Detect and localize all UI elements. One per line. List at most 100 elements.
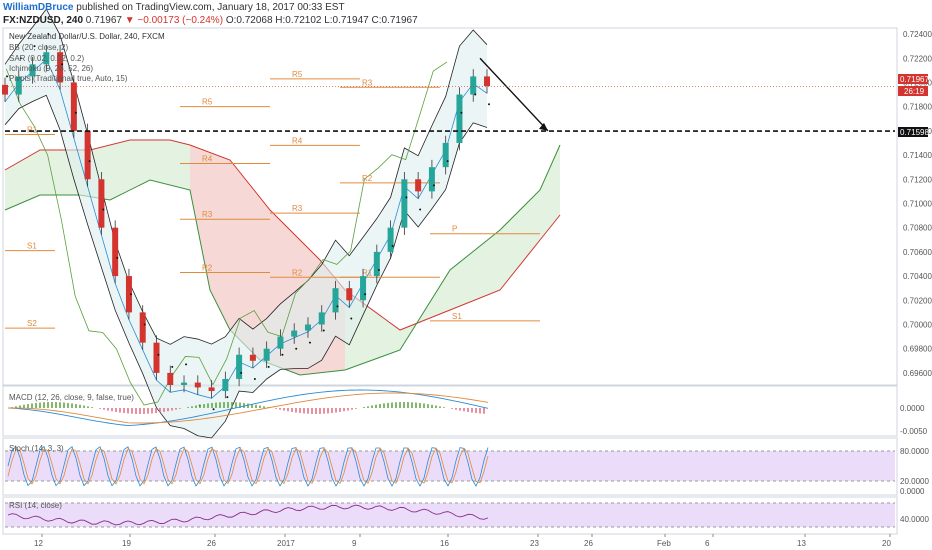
candle-body [208,387,215,392]
pivot-level-label: R5 [202,98,213,107]
sar-dot [157,353,160,356]
candle-body [484,76,490,87]
sar-dot [185,363,188,366]
sar-dot [74,111,77,114]
ohlc-values: O:0.72068 H:0.72102 L:0.71947 C:0.71967 [225,15,418,26]
pivot-level-label: S1 [27,242,37,251]
rsi-tick-label: 40.0000 [900,515,929,524]
pivot-level-label: R4 [292,136,303,145]
sar-dot [364,293,367,296]
pivot-level-label: R1 [362,268,373,277]
candle-body [456,94,463,143]
sar-dot [308,341,311,344]
ohlc-line: FX:NZDUSD, 240 0.71967 ▼ −0.00173 (−0.24… [3,15,418,26]
symbol-label[interactable]: FX:NZDUSD, 240 [3,15,83,26]
bb-legend[interactable]: BB (20, close, 2) [9,43,68,52]
macd-legend[interactable]: MACD (12, 26, close, 9, false, true) [9,393,134,402]
y-tick-label: 0.70400 [903,272,932,281]
chart-canvas[interactable]: R1 S1 S2 R5 R4 R3 R2 R5 R4 R3 R2 R3 R2 R1 P S1 0.0000 -0… [0,0,932,550]
candle-body [263,348,270,361]
last-price-label: 0.71967 [900,75,929,84]
pivot-level-label: R1 [27,125,38,134]
candle-body [139,312,146,343]
chart-title: New Zealand Dollar/U.S. Dollar, 240, FXC… [9,32,165,41]
sar-dot [253,377,256,380]
y-tick-label: 0.71000 [903,199,932,208]
author-name[interactable]: WilliamDBruce [3,2,73,13]
change-value: ▼ −0.00173 (−0.24%) [124,15,224,26]
sar-dot [281,353,284,356]
x-tick-label: 12 [34,539,43,548]
candle-body [470,76,477,95]
ichimoku-legend[interactable]: Ichimoku (9, 26, 52, 26) [9,64,93,73]
pivot-level-label: R2 [362,174,373,183]
countdown-label: 26:19 [904,87,925,96]
sar-dot [295,347,298,350]
stoch-legend[interactable]: Stoch (14, 3, 3) [9,444,64,453]
x-tick-label: 19 [122,539,131,548]
candle-body [167,372,174,385]
y-tick-label: 0.71400 [903,151,932,160]
pivot-level-label: R5 [292,70,303,79]
x-tick-label: 9 [352,539,357,548]
candle-body [415,179,422,192]
sar-dot [350,317,353,320]
sar-dot [267,365,270,368]
stoch-tick-label: 80.0000 [900,447,929,456]
x-tick-label: 16 [440,539,449,548]
candle-body [346,288,353,301]
candle-body [318,312,325,325]
x-tick-label: 6 [705,539,710,548]
y-tick-label: 0.69800 [903,345,932,354]
sar-dot [488,103,490,106]
candle-body [70,82,77,131]
y-tick-label: 0.72200 [903,54,932,63]
candle-body [360,276,367,301]
sar-dot [474,93,477,96]
y-tick-label: 0.72400 [903,30,932,39]
sar-dot [171,365,174,368]
projection-arrowhead [539,122,548,131]
sar-dot [432,184,435,187]
sar-dot [129,293,132,296]
sar-dot [212,408,215,411]
candle-body [153,342,160,373]
candle-body [387,227,394,252]
candle-body [304,324,311,331]
last-value: 0.71967 [85,15,122,26]
x-tick-label: 26 [584,539,593,548]
level-label: 0.71598 [900,128,929,137]
sar-legend[interactable]: SAR (0.02, 0.02, 0.2) [9,54,84,63]
candle-body [373,251,380,277]
candle-body [332,288,339,313]
y-tick-label: 0.70200 [903,296,932,305]
rsi-band [5,503,895,527]
y-tick-label: 0.69600 [903,369,932,378]
x-tick-label: 20 [882,539,891,548]
pivot-level-label: P [452,225,457,234]
macd-tick-label: -0.0050 [900,427,928,436]
x-tick-label: 13 [797,539,806,548]
sar-dot [322,329,325,332]
pivot-level-label: R2 [292,268,303,277]
sar-dot [405,196,408,199]
y-tick-label: 0.70800 [903,224,932,233]
stoch-band [5,451,895,481]
y-tick-label: 0.71200 [903,175,932,184]
pivot-level-label: R2 [202,263,213,272]
rsi-legend[interactable]: RSI (14, close) [9,501,62,510]
macd-tick-label: 0.0000 [900,404,925,413]
candle-body [98,179,105,228]
pivot-level-label: S2 [27,319,37,328]
pivots-legend[interactable]: Pivots (Traditional, true, Auto, 15) [9,74,128,83]
sar-dot [391,244,394,247]
sar-dot [446,160,449,163]
pivot-level-label: R4 [202,155,213,164]
sar-dot [460,111,463,114]
publish-line: WilliamDBruce published on TradingView.c… [3,2,345,13]
candle-body [249,354,256,361]
candle-body [112,227,119,277]
candle-body [442,142,449,168]
projection-arrow [479,57,549,132]
pivot-level-label: R3 [292,204,303,213]
